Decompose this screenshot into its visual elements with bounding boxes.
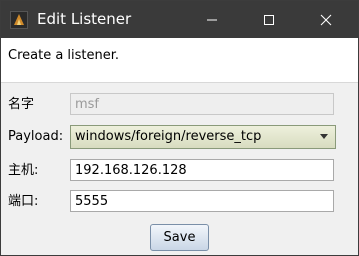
name-label: 名字	[8, 97, 35, 112]
banner-text: Create a listener.	[8, 48, 120, 63]
maximize-button[interactable]	[246, 1, 292, 38]
app-icon	[10, 11, 28, 29]
port-label: 端口:	[8, 194, 39, 209]
name-field	[70, 93, 334, 115]
window-title: Edit Listener	[37, 10, 132, 28]
minimize-button[interactable]	[189, 1, 235, 38]
port-field[interactable]	[70, 190, 334, 212]
title-bar[interactable]: Edit Listener	[1, 1, 358, 38]
host-label: 主机:	[8, 163, 39, 178]
payload-value: windows/foreign/reverse_tcp	[75, 129, 262, 144]
save-button[interactable]: Save	[150, 224, 209, 251]
description-banner: Create a listener.	[1, 38, 358, 83]
host-field[interactable]	[70, 159, 334, 181]
payload-label: Payload:	[8, 129, 64, 144]
close-button[interactable]	[303, 1, 349, 38]
minimize-icon	[207, 19, 217, 20]
edit-listener-window: Edit Listener Create a listener. 名字 Payl…	[0, 0, 359, 256]
maximize-icon	[264, 14, 274, 25]
chevron-down-icon[interactable]	[315, 128, 333, 146]
close-icon	[320, 14, 332, 25]
payload-select[interactable]: windows/foreign/reverse_tcp	[70, 125, 336, 149]
